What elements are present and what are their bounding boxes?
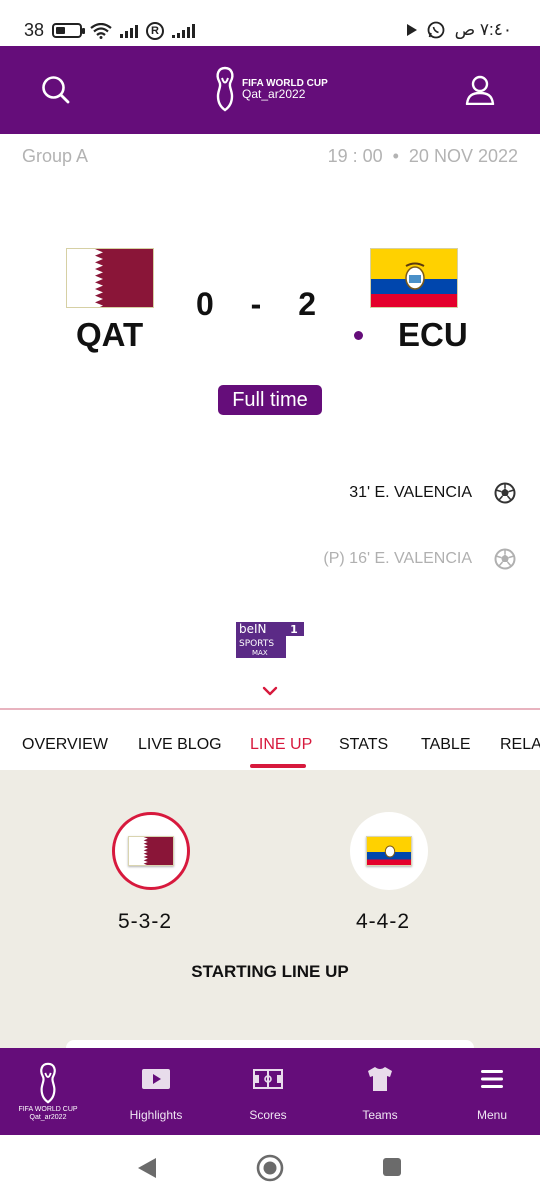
wifi-icon	[90, 22, 112, 39]
search-button[interactable]	[38, 72, 74, 108]
battery-level	[56, 27, 66, 34]
back-icon[interactable]	[136, 1156, 158, 1180]
match-meta: Group A 19 : 00 • 20 NOV 2022	[22, 146, 518, 170]
match-datetime: 19 : 00 • 20 NOV 2022	[328, 146, 518, 167]
whatsapp-icon	[427, 21, 444, 39]
logo-line-2: Qat_ar2022	[242, 87, 306, 101]
play-store-icon	[406, 24, 417, 36]
nav-menu-label: Menu	[476, 1108, 508, 1122]
broadcaster-channel: 1	[290, 623, 298, 636]
nav-scores[interactable]: Scores	[220, 1048, 316, 1135]
world-cup-trophy-icon	[37, 1062, 59, 1104]
qatar-flag	[128, 836, 174, 866]
away-lineup-selector[interactable]	[350, 812, 428, 890]
home-score: 0	[196, 286, 214, 322]
home-formation: 5-3-2	[118, 910, 173, 933]
nav-logo-line-1: FIFA WORLD CUP	[18, 1106, 78, 1113]
search-icon	[42, 76, 70, 104]
match-date: 20 NOV 2022	[408, 146, 518, 166]
broadcaster-line-1: beIN	[239, 622, 267, 636]
battery-icon	[52, 23, 86, 38]
user-icon	[465, 75, 495, 105]
status-clock: ٧:٤٠ ص	[454, 20, 512, 39]
shirt-icon	[366, 1064, 394, 1094]
home-icon[interactable]	[256, 1154, 284, 1182]
status-bar-right: ٧:٤٠ ص	[406, 20, 512, 40]
broadcaster-logo[interactable]: beIN 1 SPORTS MAX	[236, 622, 304, 658]
scoreline: 0 - 2	[196, 286, 316, 326]
active-tab-indicator	[250, 764, 306, 768]
home-lineup-selector[interactable]	[112, 812, 190, 890]
nav-logo-text: FIFA WORLD CUP Qat_ar2022	[18, 1106, 77, 1122]
nav-menu[interactable]: Menu	[444, 1048, 540, 1135]
starting-lineup-heading: STARTING LINE UP	[191, 962, 349, 981]
group-label: Group A	[22, 146, 89, 166]
play-icon	[141, 1064, 171, 1094]
recents-icon[interactable]	[382, 1157, 402, 1177]
match-time: 19 : 00	[327, 146, 383, 166]
away-formation: 4-4-2	[356, 910, 411, 933]
status-bar: 38 R ٧:٤٠ ص	[0, 0, 540, 46]
tab-live-blog[interactable]: LIVE BLOG	[138, 736, 222, 754]
nav-highlights[interactable]: Highlights	[108, 1048, 204, 1135]
football-icon	[494, 482, 516, 504]
football-icon	[494, 548, 516, 570]
ecuador-flag	[371, 249, 457, 307]
goal-event-text: (P) 16' E. VALENCIA	[323, 550, 472, 567]
tab-stats[interactable]: STATS	[339, 736, 388, 754]
section-divider	[0, 708, 540, 710]
system-navigation-bar	[0, 1135, 540, 1200]
broadcaster-line-2: SPORTS	[239, 639, 274, 649]
home-team-code[interactable]: QAT	[76, 316, 143, 354]
home-team-flag[interactable]	[66, 248, 154, 308]
pitch-icon	[253, 1064, 283, 1094]
bottom-navigation: FIFA WORLD CUP Qat_ar2022 Highlights Sco…	[0, 1048, 540, 1135]
tab-line-up[interactable]: LINE UP	[250, 736, 312, 754]
goal-event: 31' E. VALENCIA	[349, 482, 516, 504]
app-header: FIFA WORLD CUP Qat_ar2022	[0, 46, 540, 134]
nav-logo-line-2: Qat_ar2022	[29, 1114, 67, 1121]
sim-badge: R	[146, 21, 165, 40]
away-team-flag[interactable]	[370, 248, 458, 308]
chevron-down-icon[interactable]	[260, 684, 280, 698]
datetime-separator: •	[392, 146, 399, 166]
nav-highlights-label: Highlights	[129, 1108, 183, 1122]
goal-event: (P) 16' E. VALENCIA	[323, 548, 516, 570]
status-bar-left: 38 R	[24, 20, 196, 41]
nav-home[interactable]: FIFA WORLD CUP Qat_ar2022	[0, 1048, 96, 1135]
menu-icon	[481, 1064, 503, 1094]
fifa-world-cup-logo[interactable]: FIFA WORLD CUP Qat_ar2022	[214, 66, 328, 112]
nav-teams-label: Teams	[362, 1108, 398, 1122]
profile-button[interactable]	[462, 72, 498, 108]
tab-overview[interactable]: OVERVIEW	[22, 736, 108, 754]
nav-scores-label: Scores	[249, 1108, 287, 1122]
broadcaster-line-3: MAX	[252, 649, 268, 657]
match-status-badge: Full time	[218, 385, 322, 415]
away-team-code[interactable]: ECU	[398, 316, 468, 354]
away-score: 2	[298, 286, 316, 322]
signal-icon	[120, 24, 139, 38]
nav-teams[interactable]: Teams	[332, 1048, 428, 1135]
goal-event-text: 31' E. VALENCIA	[349, 484, 472, 501]
signal-icon-2	[172, 23, 196, 38]
lineup-section	[0, 770, 540, 1048]
world-cup-trophy-icon	[216, 66, 234, 112]
tab-related[interactable]: RELATED	[500, 736, 540, 754]
ecuador-flag	[366, 836, 412, 866]
tab-table[interactable]: TABLE	[421, 736, 471, 754]
qatar-flag	[67, 249, 153, 307]
status-left-text: 38	[24, 20, 45, 40]
possession-indicator	[354, 331, 363, 340]
score-separator: -	[250, 286, 262, 322]
